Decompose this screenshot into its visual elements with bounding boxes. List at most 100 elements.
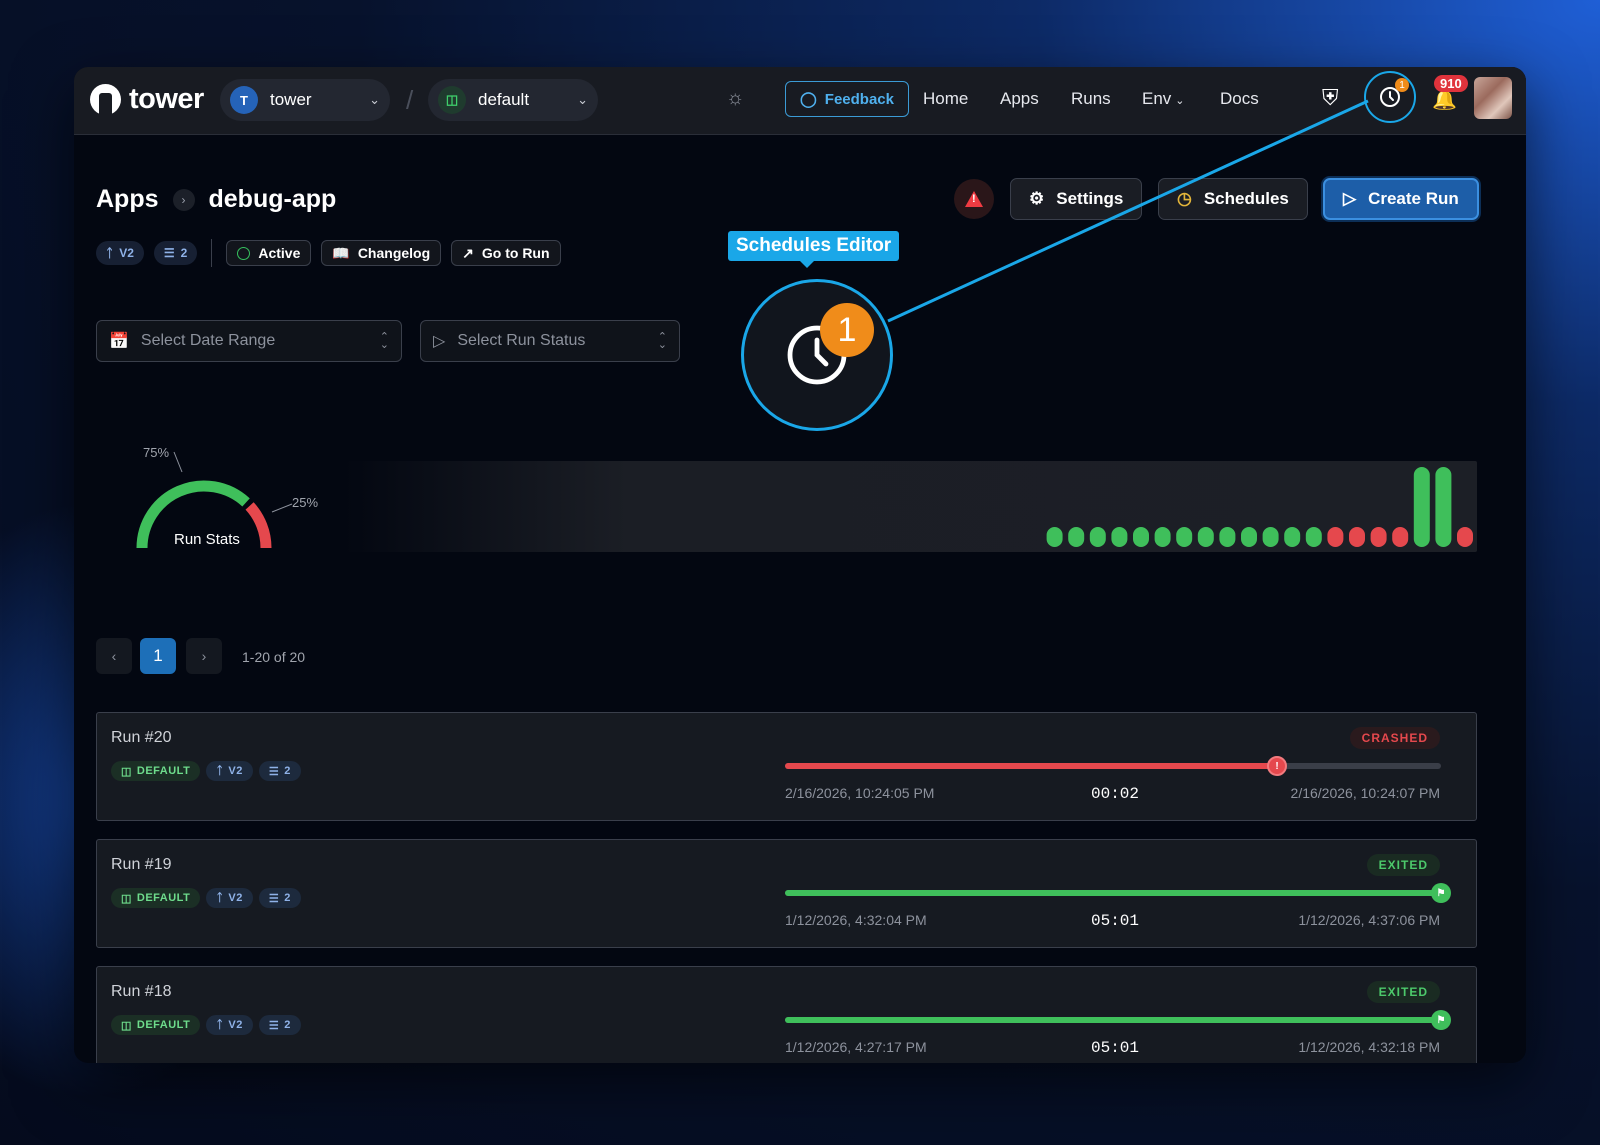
database-icon: ◫ [121,1019,132,1032]
nav-runs[interactable]: Runs [1071,89,1111,109]
shield-icon[interactable]: ⛨ [1322,85,1339,111]
version-label: V2 [228,1019,243,1031]
run-timeline-track: ⚑ [785,1010,1451,1030]
histogram-bar[interactable] [1262,527,1279,547]
breadcrumb-divider: / [406,85,414,115]
run-title[interactable]: Run #18 [111,983,172,1001]
finish-flag-icon: ⚑ [1431,1010,1451,1030]
version-tag: ᛏ V2 [206,888,253,908]
environment-label: default [478,90,530,109]
params-count: 2 [180,246,188,260]
chevron-down-icon: ⌄ [369,92,380,107]
histogram-bar[interactable] [1241,527,1257,547]
params-count: 2 [284,765,291,777]
environment-selector[interactable]: ◫ default ⌄ [428,79,598,121]
logo-text: tower [129,83,204,115]
params-tag: ☰ 2 [258,1015,301,1035]
run-stats-title: Run Stats [174,531,240,548]
histogram-bar[interactable] [1219,527,1236,547]
pagination-range: 1-20 of 20 [242,649,306,665]
histogram-bar[interactable] [1133,527,1149,547]
histogram-bar[interactable] [1089,527,1106,547]
nav-home[interactable]: Home [923,89,968,109]
env-label: DEFAULT [136,765,191,777]
version-label: V2 [119,246,134,260]
nav-env[interactable]: Env ⌄ [1142,89,1185,109]
histogram-bar[interactable] [1046,527,1063,547]
histogram-bar[interactable] [1068,527,1085,547]
branch-icon: ᛏ [216,765,224,777]
params-tag: ☰ 2 [258,888,301,908]
finish-flag-icon: ⚑ [1431,883,1451,903]
gauge-success-label: 75% [143,445,170,460]
histogram-bar[interactable] [1111,527,1128,547]
run-timeline-track: ⚑ [785,883,1451,903]
histogram-bar[interactable] [1349,527,1365,547]
status-label: Active [258,245,301,261]
branch-icon: ᛏ [216,1019,224,1031]
env-tag: ◫ DEFAULT [111,888,201,908]
gauge-failure-label: 25% [292,495,319,510]
app-tags: ᛏ V2 ☰ 2 Active 📖 Changelog ↗ Go to Run [96,239,561,267]
histogram-bars [1046,467,1473,547]
schedules-zoom-callout [741,279,893,431]
breadcrumb-apps[interactable]: Apps [96,185,159,214]
schedules-button[interactable]: ◷ Schedules [1158,178,1308,220]
run-end-time: 1/12/2026, 4:37:06 PM [1298,912,1440,928]
schedules-count-badge: 1 [1395,78,1409,92]
feedback-button[interactable]: ◯ Feedback [785,81,909,117]
histogram-bar[interactable] [1305,527,1322,547]
env-tag: ◫ DEFAULT [111,761,201,781]
run-card[interactable]: Run #19 ◫ DEFAULT ᛏ V2 ☰ 2 EXITED ⚑ 1/12/20… [96,839,1477,948]
sliders-icon: ☰ [268,765,280,778]
create-run-button[interactable]: ▷ Create Run [1323,178,1479,220]
settings-button[interactable]: ⚙ Settings [1010,178,1143,220]
histogram-bar[interactable] [1457,527,1473,547]
tower-logo[interactable]: tower [90,83,204,116]
histogram-bar[interactable] [1435,467,1452,547]
callout-count-badge: 1 [820,303,874,357]
date-range-placeholder: Select Date Range [140,332,276,349]
nav-docs[interactable]: Docs [1220,89,1259,109]
date-range-select[interactable]: 📅 Select Date Range ⌃ ⌄ [96,320,402,362]
chevron-down-icon: ⌄ [577,92,588,107]
nav-apps[interactable]: Apps [1000,89,1039,109]
run-status-select[interactable]: ▷ Select Run Status ⌃ ⌄ [420,320,680,362]
histogram-bar[interactable] [1176,527,1193,547]
prev-page-button[interactable]: ‹ [96,638,132,674]
tower-logo-icon [90,84,121,115]
run-title[interactable]: Run #20 [111,729,172,747]
org-selector[interactable]: T tower ⌄ [220,79,390,121]
nav-env-label: Env [1142,89,1172,108]
histogram-bar[interactable] [1392,527,1409,547]
theme-toggle-sun-icon[interactable]: ☼ [726,87,744,110]
histogram-bar[interactable] [1284,527,1301,547]
schedules-clock-button[interactable]: 1 [1364,71,1416,123]
params-count: 2 [284,892,291,904]
alert-button[interactable] [954,179,994,219]
changelog-button[interactable]: 📖 Changelog [321,240,442,266]
version-label: V2 [228,892,243,904]
histogram-bar[interactable] [1197,527,1214,547]
sliders-icon: ☰ [163,246,175,260]
calendar-icon: 📅 [109,333,129,350]
chevron-left-icon: ‹ [111,648,117,664]
run-card[interactable]: Run #18 ◫ DEFAULT ᛏ V2 ☰ 2 EXITED ⚑ 1/12/20… [96,966,1477,1063]
page-title: debug-app [208,185,337,213]
params-tag: ☰ 2 [153,241,198,265]
feedback-label: Feedback [824,90,894,108]
user-avatar[interactable] [1474,77,1512,119]
page-button-1[interactable]: 1 [140,638,176,674]
histogram-bar[interactable] [1413,467,1430,547]
run-title[interactable]: Run #19 [111,856,172,874]
run-card[interactable]: Run #20 ◫ DEFAULT ᛏ V2 ☰ 2 CRASHED ! 2/16/2… [96,712,1477,821]
histogram-bar[interactable] [1370,527,1387,547]
histogram-bar[interactable] [1154,527,1171,547]
next-page-button[interactable]: › [186,638,222,674]
histogram-bar[interactable] [1327,527,1344,547]
go-to-run-button[interactable]: ↗ Go to Run [451,240,561,266]
settings-label: Settings [1056,189,1124,208]
book-icon: 📖 [332,244,350,261]
run-duration: 05:01 [1091,1039,1140,1057]
check-circle-icon [237,246,251,260]
